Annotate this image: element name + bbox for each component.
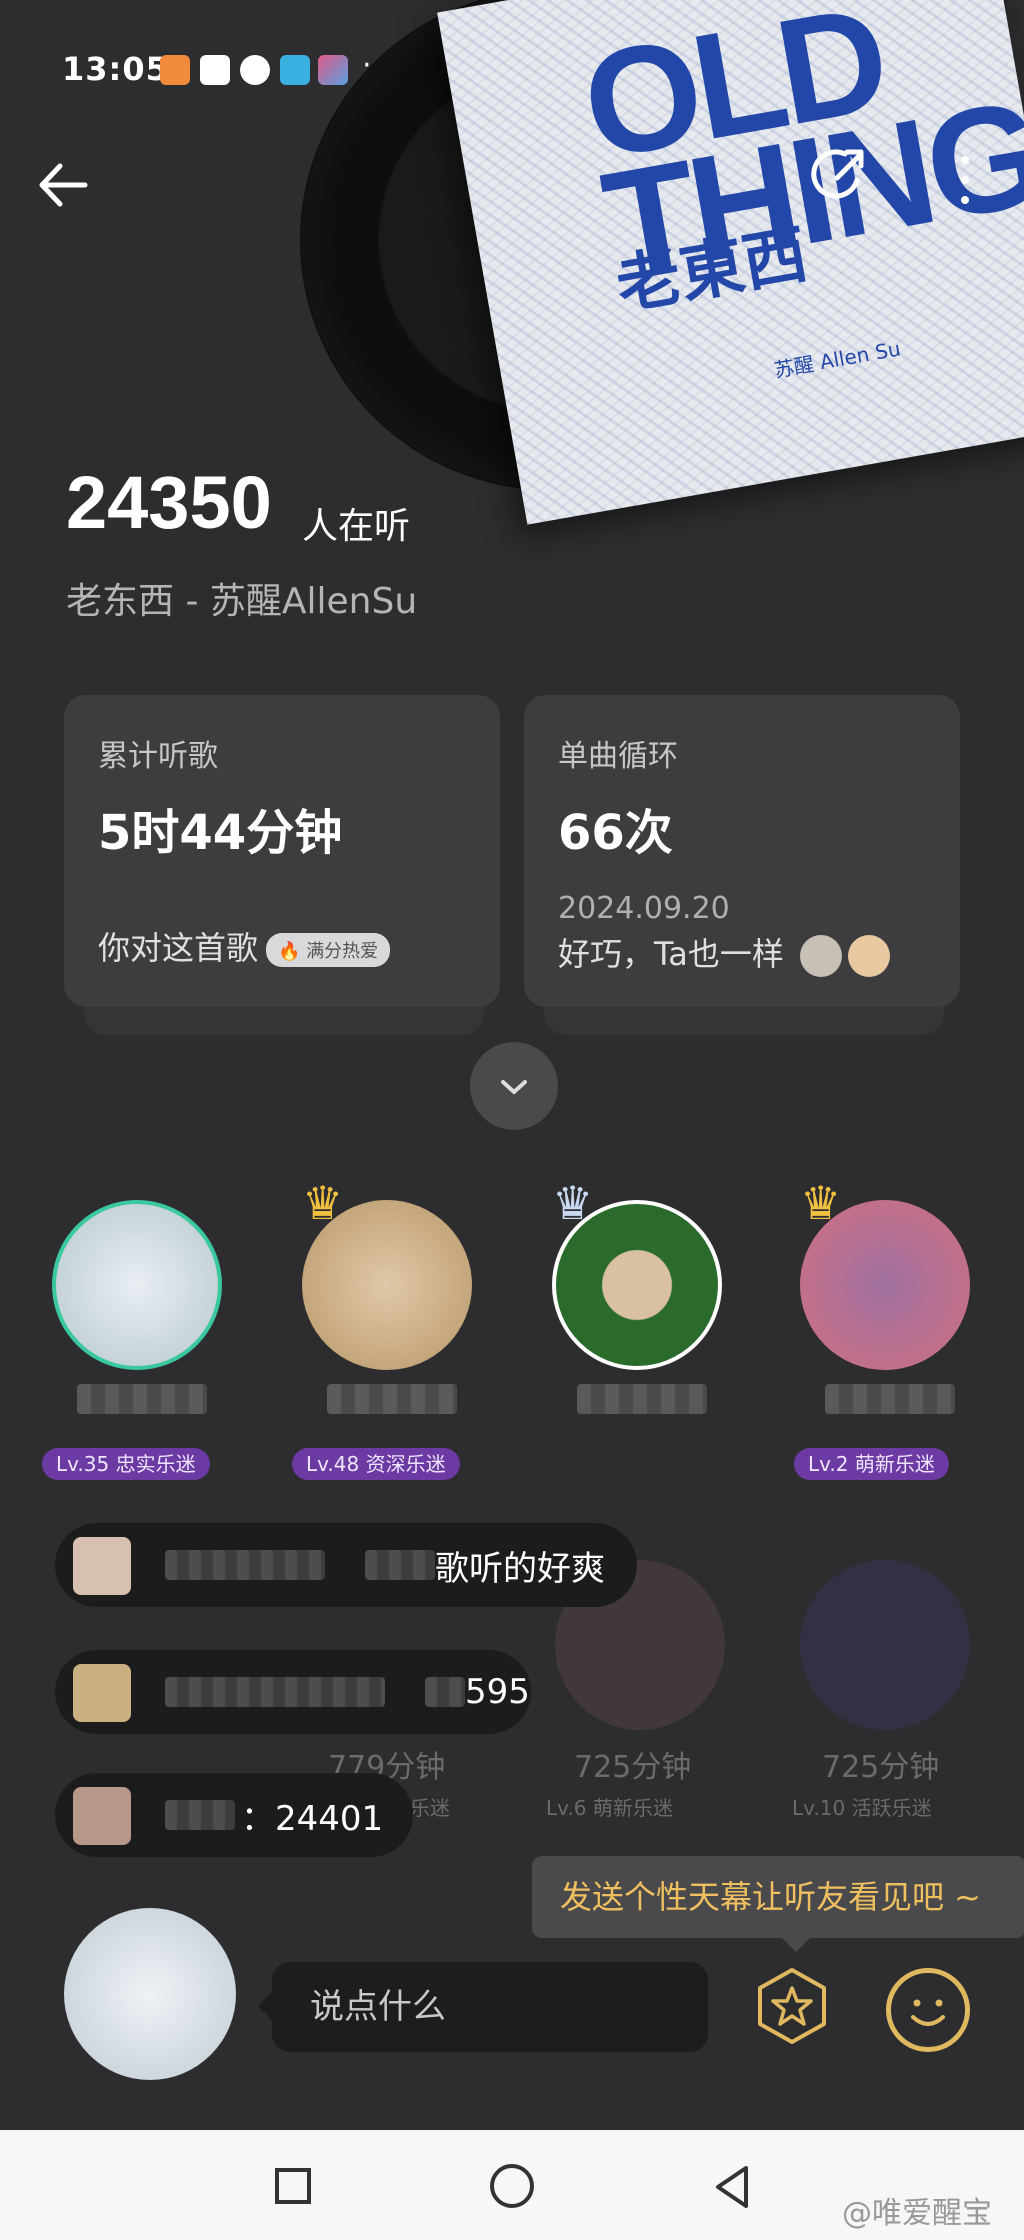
- my-avatar[interactable]: [64, 1908, 236, 2080]
- listener-card[interactable]: ♛: [552, 1176, 732, 1414]
- listener-time-faded: 725分钟: [822, 1750, 940, 1785]
- listener-card[interactable]: ♛ Lv.48 资深乐迷: [292, 1176, 482, 1480]
- card-label: 单曲循环: [558, 739, 678, 774]
- upload-icon: [200, 55, 230, 85]
- back-button[interactable]: [30, 150, 100, 220]
- notification-app-icon: [160, 55, 190, 85]
- chat-sender-blurred: [165, 1550, 325, 1580]
- avatar[interactable]: [52, 1200, 222, 1370]
- listener-level-faded: 乐迷: [410, 1796, 450, 1820]
- listener-count: 24350: [66, 461, 272, 544]
- chat-message[interactable]: 595: [55, 1650, 531, 1734]
- card-footer: 好巧，Ta也一样: [558, 929, 891, 977]
- listener-level-faded: Lv.6 萌新乐迷: [546, 1796, 673, 1820]
- card-label: 累计听歌: [98, 739, 218, 774]
- avatar[interactable]: [800, 935, 843, 977]
- listener-time-faded: 725分钟: [574, 1750, 692, 1785]
- crown-bronze-icon: ♛: [800, 1176, 842, 1230]
- chat-text: ：24401: [241, 1798, 384, 1839]
- song-title-artist[interactable]: 老东西 - 苏醒AllenSu: [66, 572, 417, 624]
- card-value: 66次: [558, 805, 673, 861]
- system-back-button[interactable]: [708, 2162, 758, 2212]
- listener-name-blurred: [77, 1384, 207, 1414]
- wechat-icon: [240, 55, 270, 85]
- emoji-button[interactable]: [886, 1968, 970, 2052]
- comment-input[interactable]: 说点什么: [258, 1962, 708, 2052]
- app-icon: [318, 55, 348, 85]
- listener-count-suffix: 人在听: [302, 506, 411, 547]
- watermark: @唯爱醒宝: [842, 2196, 992, 2231]
- chat-message[interactable]: ：24401: [55, 1773, 413, 1857]
- crown-silver-icon: ♛: [552, 1176, 594, 1230]
- listener-card[interactable]: Lv.35 忠实乐迷: [42, 1200, 232, 1480]
- flame-icon: 🔥: [278, 941, 301, 962]
- chat-message[interactable]: 歌听的好爽: [55, 1523, 637, 1607]
- recent-apps-button[interactable]: [275, 2168, 311, 2204]
- home-button[interactable]: [490, 2164, 534, 2208]
- badge-label: 满分热爱: [306, 941, 379, 962]
- status-time: 13:05: [62, 50, 169, 88]
- avatar[interactable]: [848, 935, 891, 977]
- chat-sender-blurred: [165, 1677, 385, 1707]
- sky-curtain-tooltip[interactable]: 发送个性天幕让听友看见吧 ~: [532, 1856, 1024, 1952]
- level-badge: Lv.35 忠实乐迷: [42, 1448, 210, 1480]
- card-value: 5时44分钟: [98, 805, 343, 861]
- card-footer: 你对这首歌 🔥 满分热爱: [98, 923, 391, 969]
- arrow-left-icon: [39, 163, 88, 207]
- listener-name-blurred: [327, 1384, 457, 1414]
- expand-button[interactable]: [470, 1042, 558, 1130]
- crown-gold-icon: ♛: [302, 1176, 344, 1230]
- avatar: [73, 1664, 131, 1722]
- book-app-icon: [280, 55, 310, 85]
- chat-text: 595: [465, 1672, 530, 1712]
- share-icon: [811, 149, 864, 199]
- smile-icon: [911, 1999, 945, 2026]
- card-footer-text: 好巧，Ta也一样: [558, 935, 784, 973]
- share-button[interactable]: [805, 140, 875, 210]
- single-loop-card[interactable]: 单曲循环 66次 2024.09.20 好巧，Ta也一样: [524, 695, 960, 1007]
- level-badge: Lv.2 萌新乐迷: [794, 1448, 949, 1480]
- full-love-badge: 🔥 满分热爱: [266, 933, 391, 967]
- album-cover: OLD THING 老東西 苏醒 Allen Su: [437, 0, 1024, 525]
- chat-sender-blurred: [165, 1800, 235, 1830]
- chat-text-blurred: [365, 1550, 435, 1580]
- chevron-down-icon: [501, 1080, 527, 1094]
- avatar: [73, 1537, 131, 1595]
- more-options-button[interactable]: [950, 150, 980, 210]
- listener-card[interactable]: ♛ Lv.2 萌新乐迷: [794, 1176, 980, 1480]
- chat-text-blurred: [425, 1677, 465, 1707]
- triangle-back-icon: [716, 2166, 748, 2208]
- level-badge: Lv.48 资深乐迷: [292, 1448, 460, 1480]
- listener-name-blurred: [825, 1384, 955, 1414]
- avatar: [73, 1787, 131, 1845]
- listener-name-blurred: [577, 1384, 707, 1414]
- chat-text: 歌听的好爽: [435, 1548, 605, 1589]
- listener-level-faded: Lv.10 活跃乐迷: [792, 1796, 932, 1820]
- listener-avatar-faded[interactable]: [800, 1560, 970, 1730]
- card-footer-text: 你对这首歌: [98, 929, 259, 967]
- star-hexagon-icon: [758, 1968, 826, 2044]
- total-listen-card[interactable]: 累计听歌 5时44分钟 你对这首歌 🔥 满分热爱: [64, 695, 500, 1007]
- sky-curtain-button[interactable]: [750, 1964, 834, 2048]
- card-date: 2024.09.20: [558, 891, 730, 926]
- more-vertical-icon: [961, 156, 969, 204]
